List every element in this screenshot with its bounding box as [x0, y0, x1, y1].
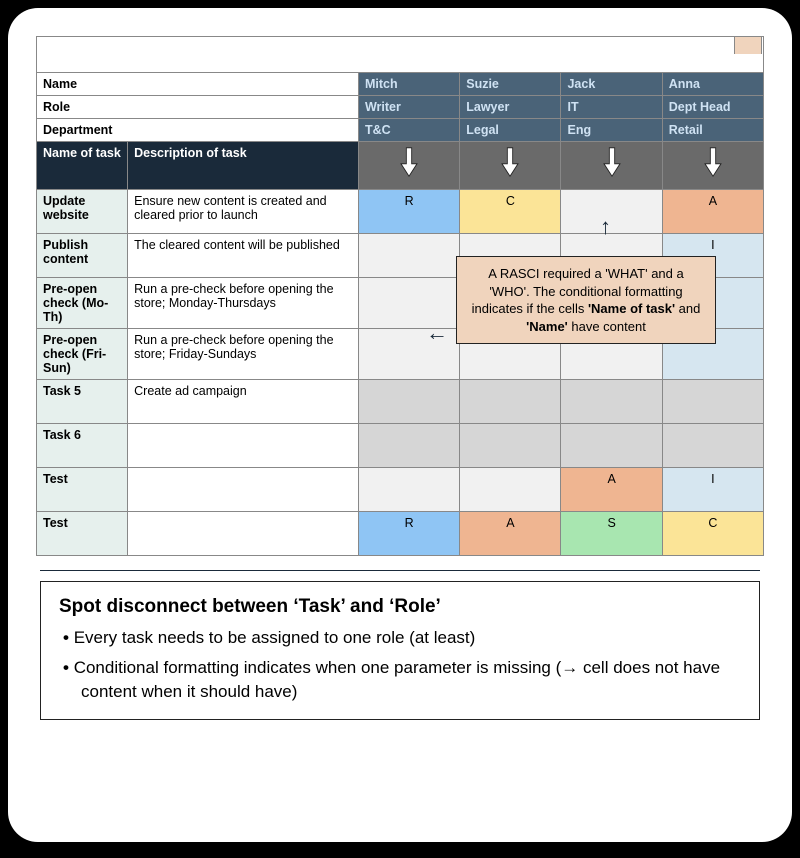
person-name-3: Anna [662, 73, 763, 96]
header-row-role: Role Writer Lawyer IT Dept Head [37, 96, 764, 119]
rasci-cell: A [662, 190, 763, 234]
rasci-cell [358, 380, 459, 424]
rasci-cell: I [662, 468, 763, 512]
callout-bold: 'Name' [526, 319, 568, 334]
rasci-cell [460, 424, 561, 468]
header-row-name: Name Mitch Suzie Jack Anna [37, 73, 764, 96]
rasci-cell [358, 234, 459, 278]
person-dept-1: Legal [460, 119, 561, 142]
rasci-cell [358, 468, 459, 512]
callout-text: and [675, 301, 700, 316]
explanation-title: Spot disconnect between ‘Task’ and ‘Role… [59, 596, 741, 618]
table-row: Task 6 [37, 424, 764, 468]
header-label-dept: Department [37, 119, 359, 142]
task-desc-cell [128, 512, 359, 556]
task-name-cell: Task 6 [37, 424, 128, 468]
arrow-header-row: Name of task Description of task [37, 142, 764, 190]
task-desc-cell: Ensure new content is created and cleare… [128, 190, 359, 234]
table-row: Test RASC [37, 512, 764, 556]
task-desc-cell: Run a pre-check before opening the store… [128, 278, 359, 329]
table-row: Test AI [37, 468, 764, 512]
callout-bold: 'Name of task' [588, 301, 675, 316]
legend-swatch [734, 36, 762, 54]
person-dept-2: Eng [561, 119, 662, 142]
explanation-bullet: Conditional formatting indicates when on… [63, 656, 741, 704]
arrow-down-icon [662, 142, 763, 190]
annotation-arrow-up-icon: ↑ [600, 214, 611, 240]
arrow-down-icon [460, 142, 561, 190]
rasci-cell [561, 190, 662, 234]
task-name-cell: Update website [37, 190, 128, 234]
person-name-0: Mitch [358, 73, 459, 96]
task-desc-cell: Create ad campaign [128, 380, 359, 424]
task-name-cell: Publish content [37, 234, 128, 278]
task-name-cell: Task 5 [37, 380, 128, 424]
explanation-box: Spot disconnect between ‘Task’ and ‘Role… [40, 581, 760, 720]
rasci-cell [460, 380, 561, 424]
person-role-2: IT [561, 96, 662, 119]
arrow-down-icon [358, 142, 459, 190]
task-desc-cell: Run a pre-check before opening the store… [128, 329, 359, 380]
rasci-cell: C [662, 512, 763, 556]
explanation-bullet: Every task needs to be assigned to one r… [63, 626, 741, 650]
header-label-role: Role [37, 96, 359, 119]
person-role-3: Dept Head [662, 96, 763, 119]
rasci-cell: R [358, 512, 459, 556]
rasci-cell: A [561, 468, 662, 512]
task-desc-cell [128, 468, 359, 512]
task-name-cell: Test [37, 512, 128, 556]
task-name-cell: Pre-open check (Mo-Th) [37, 278, 128, 329]
task-name-cell: Pre-open check (Fri-Sun) [37, 329, 128, 380]
table-row: Update websiteEnsure new content is crea… [37, 190, 764, 234]
col-header-task: Name of task [37, 142, 128, 190]
rasci-cell [561, 424, 662, 468]
rasci-cell [662, 380, 763, 424]
table-row: Task 5Create ad campaign [37, 380, 764, 424]
title-bar [36, 36, 764, 72]
page-frame: Name Mitch Suzie Jack Anna Role Writer L… [8, 8, 792, 842]
col-header-desc: Description of task [128, 142, 359, 190]
rasci-cell [662, 424, 763, 468]
person-role-1: Lawyer [460, 96, 561, 119]
rasci-cell: A [460, 512, 561, 556]
rasci-cell [561, 380, 662, 424]
person-dept-3: Retail [662, 119, 763, 142]
annotation-arrow-left-icon: ← [426, 320, 448, 346]
rasci-cell: R [358, 190, 459, 234]
rasci-cell [460, 468, 561, 512]
rasci-cell [358, 424, 459, 468]
rasci-cell: C [460, 190, 561, 234]
callout-note: A RASCI required a 'WHAT' and a 'WHO'. T… [456, 256, 716, 344]
task-desc-cell [128, 424, 359, 468]
task-name-cell: Test [37, 468, 128, 512]
person-role-0: Writer [358, 96, 459, 119]
callout-text: have content [568, 319, 646, 334]
task-desc-cell: The cleared content will be published [128, 234, 359, 278]
person-name-2: Jack [561, 73, 662, 96]
arrow-down-icon [561, 142, 662, 190]
person-dept-0: T&C [358, 119, 459, 142]
person-name-1: Suzie [460, 73, 561, 96]
section-divider [40, 570, 760, 571]
rasci-cell: S [561, 512, 662, 556]
header-row-dept: Department T&C Legal Eng Retail [37, 119, 764, 142]
header-label-name: Name [37, 73, 359, 96]
